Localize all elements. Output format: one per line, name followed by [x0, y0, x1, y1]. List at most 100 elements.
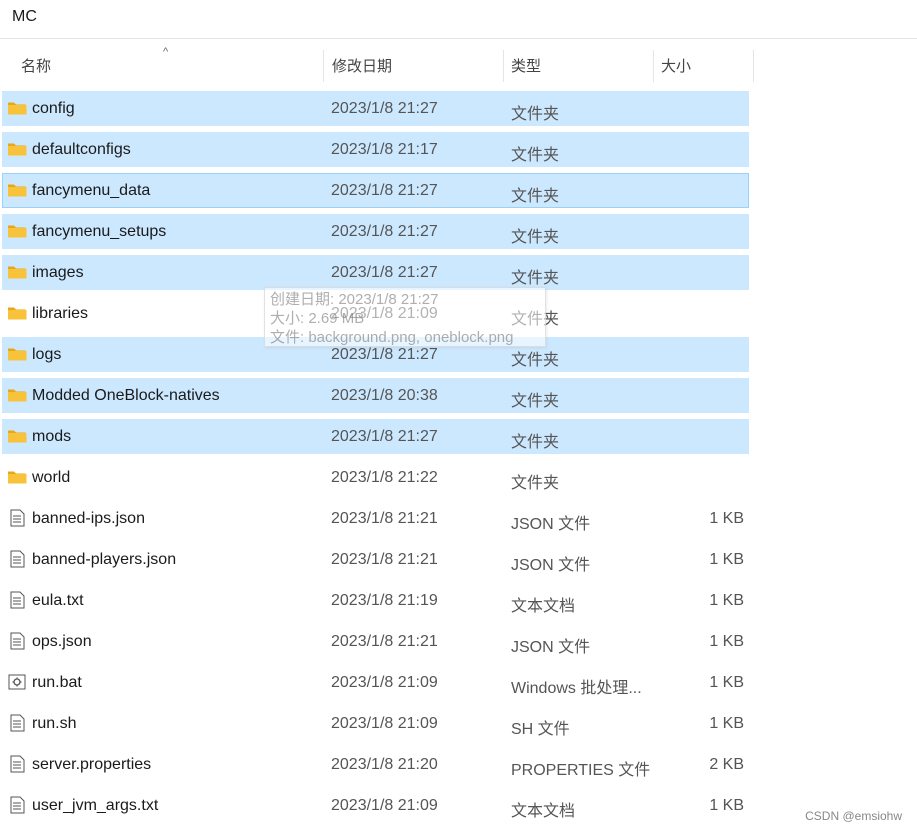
file-size: 1 KB — [709, 797, 744, 814]
modified-date: 2023/1/8 21:27 — [331, 223, 438, 240]
column-date[interactable]: 修改日期 — [332, 48, 392, 84]
modified-date: 2023/1/8 21:09 — [331, 797, 438, 814]
file-name: run.sh — [32, 715, 77, 732]
modified-date: 2023/1/8 21:17 — [331, 141, 438, 158]
file-size: 2 KB — [709, 756, 744, 773]
folder-icon — [7, 223, 27, 239]
document-icon — [7, 550, 27, 568]
column-name[interactable]: 名称 — [21, 48, 51, 84]
folder-icon — [7, 182, 27, 198]
modified-date: 2023/1/8 21:19 — [331, 592, 438, 609]
file-type: 文本文档 — [511, 803, 576, 820]
folder-row[interactable]: logs 2023/1/8 21:27 文件夹 — [0, 337, 917, 372]
file-name: banned-players.json — [32, 551, 177, 568]
file-type: 文本文档 — [511, 598, 576, 615]
document-icon — [7, 591, 27, 609]
modified-date: 2023/1/8 21:27 — [331, 264, 438, 281]
modified-date: 2023/1/8 21:20 — [331, 756, 438, 773]
file-row[interactable]: server.properties 2023/1/8 21:20 PROPERTIE… — [0, 747, 917, 782]
file-type: SH 文件 — [511, 721, 570, 738]
file-row[interactable]: eula.txt 2023/1/8 21:19 文本文档 1 KB — [0, 583, 917, 618]
folder-row[interactable]: config 2023/1/8 21:27 文件夹 — [0, 91, 917, 126]
file-type: 文件夹 — [511, 229, 560, 246]
breadcrumb-folder[interactable]: MC — [12, 8, 37, 26]
file-row[interactable]: user_jvm_args.txt 2023/1/8 21:09 文本文档 1 KB — [0, 788, 917, 823]
file-name: banned-ips.json — [32, 510, 145, 527]
modified-date: 2023/1/8 21:09 — [331, 674, 438, 691]
modified-date: 2023/1/8 21:09 — [331, 715, 438, 732]
batch-file-icon — [7, 673, 27, 690]
column-divider[interactable] — [323, 50, 324, 82]
file-size: 1 KB — [709, 715, 744, 732]
modified-date: 2023/1/8 21:09 — [331, 305, 438, 322]
file-row[interactable]: run.bat 2023/1/8 21:09 Windows 批处理... 1 KB — [0, 665, 917, 700]
file-size: 1 KB — [709, 633, 744, 650]
folder-icon — [7, 264, 27, 280]
sort-ascending-icon: ^ — [163, 46, 169, 58]
file-name: eula.txt — [32, 592, 84, 609]
file-name: images — [32, 264, 84, 281]
document-icon — [7, 755, 27, 773]
file-name: mods — [32, 428, 72, 445]
folder-icon — [7, 305, 27, 321]
file-size: 1 KB — [709, 592, 744, 609]
file-name: logs — [32, 346, 62, 363]
file-name: fancymenu_setups — [32, 223, 167, 240]
file-name: user_jvm_args.txt — [32, 797, 159, 814]
file-row[interactable]: ops.json 2023/1/8 21:21 JSON 文件 1 KB — [0, 624, 917, 659]
modified-date: 2023/1/8 21:27 — [331, 182, 438, 199]
folder-row[interactable]: images 2023/1/8 21:27 文件夹 — [0, 255, 917, 290]
file-name: config — [32, 100, 75, 117]
file-type: 文件夹 — [511, 188, 560, 205]
folder-row[interactable]: fancymenu_data 2023/1/8 21:27 文件夹 — [0, 173, 917, 208]
file-type: JSON 文件 — [511, 516, 591, 533]
document-icon — [7, 509, 27, 527]
modified-date: 2023/1/8 21:27 — [331, 428, 438, 445]
file-type: JSON 文件 — [511, 557, 591, 574]
folder-row[interactable]: defaultconfigs 2023/1/8 21:17 文件夹 — [0, 132, 917, 167]
column-divider[interactable] — [653, 50, 654, 82]
folder-icon — [7, 469, 27, 485]
column-divider[interactable] — [753, 50, 754, 82]
file-type: 文件夹 — [511, 311, 560, 328]
file-name: fancymenu_data — [32, 182, 151, 199]
modified-date: 2023/1/8 21:21 — [331, 551, 438, 568]
file-row[interactable]: banned-ips.json 2023/1/8 21:21 JSON 文件 1 KB — [0, 501, 917, 536]
modified-date: 2023/1/8 21:27 — [331, 100, 438, 117]
folder-icon — [7, 346, 27, 362]
document-icon — [7, 796, 27, 814]
file-size: 1 KB — [709, 551, 744, 568]
file-type: 文件夹 — [511, 106, 560, 123]
column-divider[interactable] — [503, 50, 504, 82]
document-icon — [7, 714, 27, 732]
file-list: config 2023/1/8 21:27 文件夹 defaultconfigs 202… — [0, 91, 917, 829]
column-type[interactable]: 类型 — [511, 48, 541, 84]
file-name: server.properties — [32, 756, 152, 773]
file-row[interactable]: run.sh 2023/1/8 21:09 SH 文件 1 KB — [0, 706, 917, 741]
folder-row[interactable]: mods 2023/1/8 21:27 文件夹 — [0, 419, 917, 454]
column-size[interactable]: 大小 — [661, 48, 691, 84]
file-type: 文件夹 — [511, 434, 560, 451]
folder-icon — [7, 428, 27, 444]
file-row[interactable]: banned-players.json 2023/1/8 21:21 JSON 文件… — [0, 542, 917, 577]
modified-date: 2023/1/8 21:22 — [331, 469, 438, 486]
modified-date: 2023/1/8 21:21 — [331, 633, 438, 650]
folder-row[interactable]: fancymenu_setups 2023/1/8 21:27 文件夹 — [0, 214, 917, 249]
document-icon — [7, 632, 27, 650]
file-name: run.bat — [32, 674, 82, 691]
modified-date: 2023/1/8 21:21 — [331, 510, 438, 527]
folder-icon — [7, 100, 27, 116]
folder-icon — [7, 141, 27, 157]
folder-icon — [7, 387, 27, 403]
file-type: PROPERTIES 文件 — [511, 762, 651, 779]
file-size: 1 KB — [709, 510, 744, 527]
folder-row[interactable]: Modded OneBlock-natives 2023/1/8 20:38 文件夹 — [0, 378, 917, 413]
folder-row[interactable]: libraries 2023/1/8 21:09 文件夹 — [0, 296, 917, 331]
file-name: ops.json — [32, 633, 92, 650]
file-explorer: › MC ^ 名称 修改日期 类型 大小 config 2023/1/8 21:2… — [0, 0, 917, 831]
column-header: ^ 名称 修改日期 类型 大小 — [0, 46, 917, 84]
file-type: 文件夹 — [511, 475, 560, 492]
breadcrumb: › MC — [0, 0, 917, 39]
file-type: 文件夹 — [511, 393, 560, 410]
folder-row[interactable]: world 2023/1/8 21:22 文件夹 — [0, 460, 917, 495]
